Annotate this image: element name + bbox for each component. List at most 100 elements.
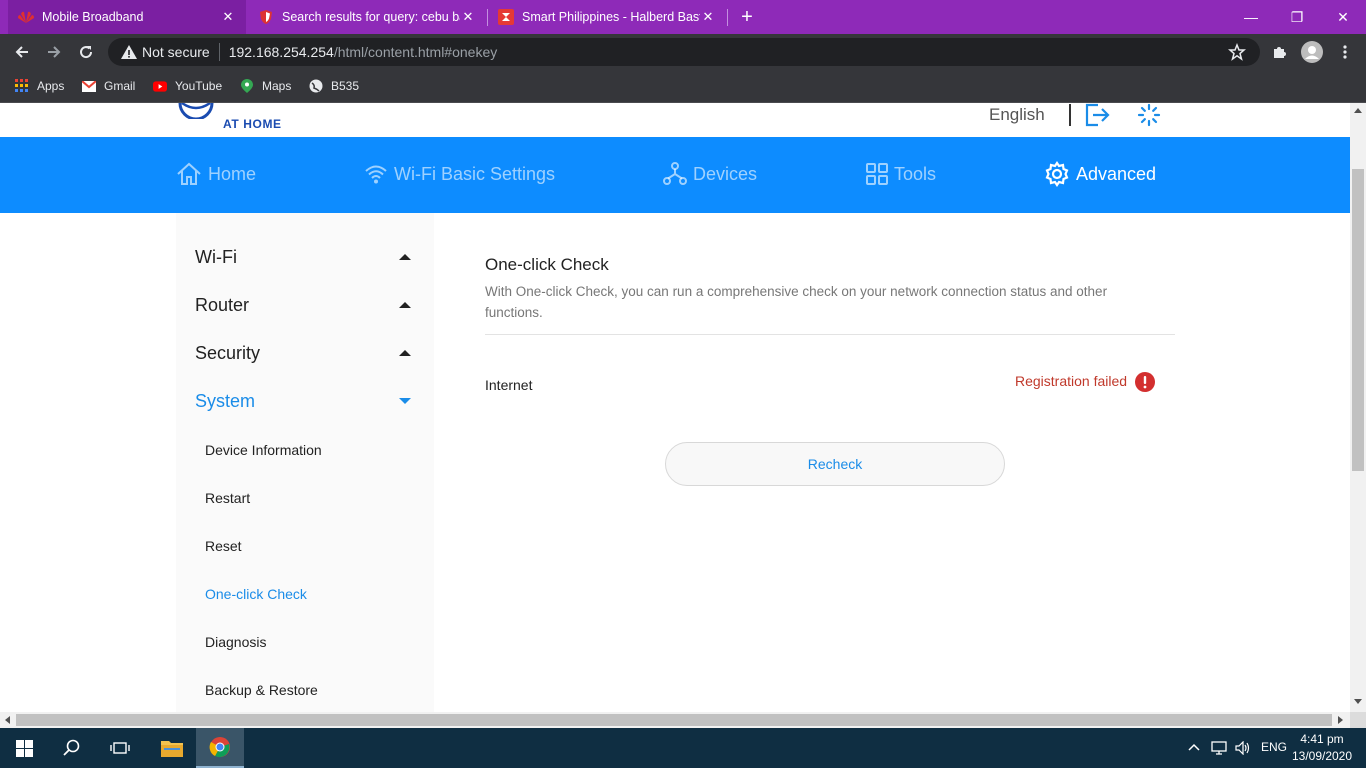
chrome-taskbar-button[interactable] bbox=[196, 728, 244, 768]
profile-avatar[interactable] bbox=[1298, 38, 1326, 66]
more-vert-icon bbox=[1343, 45, 1347, 59]
input-language[interactable]: ENG bbox=[1261, 740, 1287, 754]
sidebar-item-one-click-check[interactable]: One-click Check bbox=[205, 583, 307, 605]
extensions-button[interactable] bbox=[1265, 38, 1293, 66]
caret-up-icon bbox=[399, 254, 411, 260]
nav-label: Wi-Fi Basic Settings bbox=[394, 163, 556, 184]
security-label[interactable]: Not secure bbox=[142, 44, 210, 60]
sidebar-item-reset[interactable]: Reset bbox=[205, 535, 242, 557]
search-button[interactable] bbox=[48, 728, 96, 768]
tab-close-icon[interactable]: ✕ bbox=[460, 9, 476, 25]
bookmark-label: B535 bbox=[331, 79, 360, 93]
nav-home[interactable]: Home bbox=[176, 161, 256, 187]
nav-label: Devices bbox=[693, 163, 758, 184]
file-explorer-button[interactable] bbox=[148, 728, 196, 768]
page-description: With One-click Check, you can run a comp… bbox=[485, 284, 1108, 320]
main-navigation: Home Wi-Fi Basic Settings Devices Tools … bbox=[0, 137, 1350, 213]
shield-favicon-icon bbox=[258, 9, 274, 25]
restore-button[interactable]: ❐ bbox=[1274, 0, 1320, 34]
advanced-sidebar: Wi-Fi Router Security System Device Info… bbox=[176, 213, 434, 712]
check-row-label: Internet bbox=[485, 377, 533, 393]
volume-icon[interactable] bbox=[1235, 740, 1251, 758]
scroll-down-arrow-icon bbox=[1354, 699, 1362, 704]
tab-mobile-broadband[interactable]: Mobile Broadband ✕ bbox=[8, 0, 246, 34]
avatar-icon bbox=[1301, 41, 1323, 63]
forward-button[interactable] bbox=[40, 38, 68, 66]
smart-favicon-icon bbox=[498, 9, 514, 25]
nav-devices[interactable]: Devices bbox=[663, 161, 757, 187]
sidebar-group-label: Wi-Fi bbox=[195, 246, 237, 267]
globe-icon bbox=[309, 79, 323, 93]
page-header: AT HOME English bbox=[0, 103, 1350, 137]
bookmark-star-icon[interactable] bbox=[1228, 42, 1246, 64]
bookmark-youtube[interactable]: YouTube bbox=[153, 76, 222, 96]
windows-taskbar: ENG 4:41 pm 13/09/2020 bbox=[0, 728, 1366, 768]
divider bbox=[485, 334, 1175, 335]
browser-toolbar: Not secure 192.168.254.254 /html/content… bbox=[0, 34, 1366, 70]
huawei-favicon-icon bbox=[18, 9, 34, 25]
sidebar-item-device-information[interactable]: Device Information bbox=[205, 439, 322, 461]
address-bar[interactable]: Not secure 192.168.254.254 /html/content… bbox=[108, 38, 1260, 66]
one-click-check-panel: One-click Check With One-click Check, yo… bbox=[485, 213, 1175, 613]
windows-logo-icon bbox=[15, 739, 33, 757]
bookmark-label: YouTube bbox=[175, 79, 223, 93]
chrome-icon bbox=[209, 737, 230, 758]
task-view-button[interactable] bbox=[96, 728, 144, 768]
vertical-scrollbar[interactable] bbox=[1350, 103, 1366, 712]
vertical-scroll-thumb[interactable] bbox=[1352, 169, 1364, 471]
home-icon bbox=[177, 162, 201, 185]
tab-smart-philippines[interactable]: Smart Philippines - Halberd Bast ✕ bbox=[488, 0, 726, 34]
new-tab-button[interactable]: + bbox=[724, 0, 770, 34]
sidebar-group-wifi[interactable]: Wi-Fi bbox=[195, 243, 415, 271]
tab-close-icon[interactable]: ✕ bbox=[220, 9, 236, 25]
caret-up-icon bbox=[399, 302, 411, 308]
language-selector[interactable]: English bbox=[989, 105, 1045, 125]
maps-icon bbox=[240, 79, 254, 93]
url-host: 192.168.254.254 bbox=[228, 44, 334, 60]
close-window-button[interactable]: ✕ bbox=[1320, 0, 1366, 34]
tab-close-icon[interactable]: ✕ bbox=[700, 9, 716, 25]
sidebar-item-restart[interactable]: Restart bbox=[205, 487, 250, 509]
check-status-text: Registration failed bbox=[1015, 373, 1128, 389]
folder-icon bbox=[161, 741, 183, 757]
sidebar-item-backup-restore[interactable]: Backup & Restore bbox=[205, 679, 318, 701]
back-button[interactable] bbox=[8, 38, 36, 66]
tab-title: Mobile Broadband bbox=[42, 10, 144, 24]
gear-icon bbox=[1045, 161, 1069, 187]
nav-label: Tools bbox=[894, 163, 937, 184]
recheck-button[interactable]: Recheck bbox=[665, 442, 1005, 486]
taskbar-clock[interactable]: 4:41 pm 13/09/2020 bbox=[1290, 731, 1354, 765]
horizontal-scroll-thumb[interactable] bbox=[16, 714, 1332, 726]
sidebar-group-router[interactable]: Router bbox=[195, 291, 415, 319]
nav-tools[interactable]: Tools bbox=[866, 161, 936, 187]
start-button[interactable] bbox=[0, 728, 48, 768]
tab-search-results[interactable]: Search results for query: cebu ba ✕ bbox=[248, 0, 486, 34]
bookmarks-bar: Apps Gmail YouTube Maps B535 bbox=[0, 70, 1366, 103]
loading-spinner-icon bbox=[1137, 103, 1161, 132]
reload-icon bbox=[80, 46, 93, 59]
warning-icon[interactable] bbox=[120, 43, 138, 61]
bookmark-b535[interactable]: B535 bbox=[309, 76, 359, 96]
page-title: One-click Check bbox=[485, 255, 609, 274]
sidebar-group-security[interactable]: Security bbox=[195, 339, 415, 367]
sidebar-item-diagnosis[interactable]: Diagnosis bbox=[205, 631, 266, 653]
scroll-left-arrow-icon bbox=[5, 716, 10, 724]
error-icon[interactable] bbox=[1135, 372, 1155, 397]
scroll-up-arrow-icon bbox=[1354, 108, 1362, 113]
network-icon[interactable] bbox=[1211, 741, 1227, 758]
menu-button[interactable] bbox=[1331, 38, 1359, 66]
bookmark-gmail[interactable]: Gmail bbox=[82, 76, 135, 96]
show-hidden-icons-button[interactable] bbox=[1188, 740, 1200, 754]
header-divider bbox=[1069, 104, 1071, 126]
sidebar-group-system[interactable]: System bbox=[195, 387, 415, 415]
logout-icon[interactable] bbox=[1084, 103, 1110, 132]
horizontal-scrollbar[interactable] bbox=[0, 712, 1350, 728]
reload-button[interactable] bbox=[72, 38, 100, 66]
scroll-right-arrow-icon bbox=[1338, 716, 1343, 724]
nav-wifi-basic-settings[interactable]: Wi-Fi Basic Settings bbox=[364, 161, 555, 187]
bookmark-apps[interactable]: Apps bbox=[15, 76, 64, 96]
bookmark-maps[interactable]: Maps bbox=[240, 76, 291, 96]
nav-advanced[interactable]: Advanced bbox=[1044, 161, 1156, 187]
browser-tab-bar: Mobile Broadband ✕ Search results for qu… bbox=[0, 0, 1366, 34]
minimize-button[interactable]: — bbox=[1228, 0, 1274, 34]
